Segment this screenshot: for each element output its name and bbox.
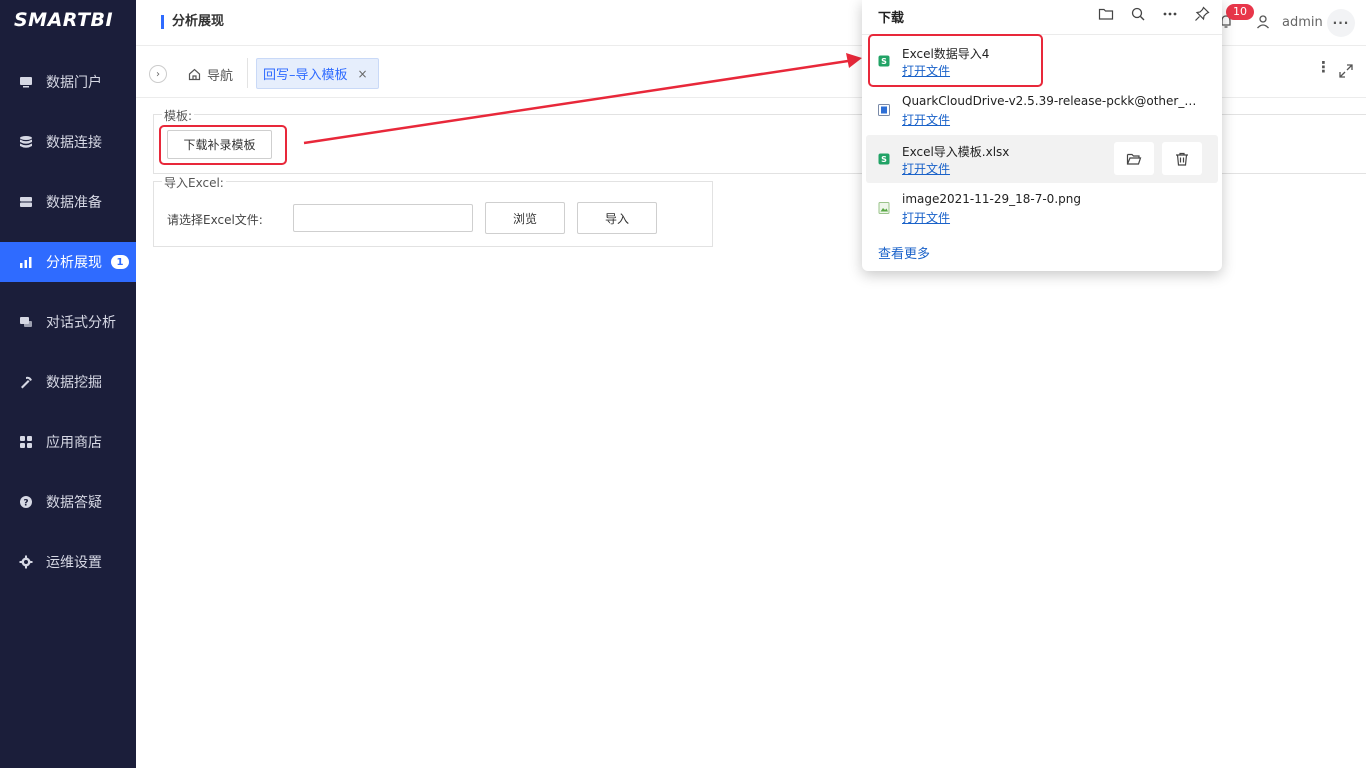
more-horizontal-icon[interactable] xyxy=(1162,6,1178,22)
import-legend: 导入Excel: xyxy=(162,174,226,191)
svg-text:S: S xyxy=(881,155,887,164)
download-item[interactable]: image2021-11-29_18-7-0.png 打开文件 xyxy=(866,184,1218,232)
sidebar-item-data-prep[interactable]: 数据准备 xyxy=(0,182,136,222)
gear-icon xyxy=(19,555,33,569)
folder-icon[interactable] xyxy=(1098,6,1114,22)
nav-badge: 1 xyxy=(111,255,129,269)
open-file-link[interactable]: 打开文件 xyxy=(902,209,950,226)
download-item[interactable]: QuarkCloudDrive-v2.5.39-release-pckk@oth… xyxy=(866,86,1218,134)
installer-file-icon xyxy=(878,104,890,116)
fullscreen-icon[interactable] xyxy=(1339,64,1353,78)
sidebar-item-label: 数据准备 xyxy=(46,195,102,211)
database-icon xyxy=(19,135,33,149)
pin-icon[interactable] xyxy=(1194,6,1210,22)
open-file-link[interactable]: 打开文件 xyxy=(902,160,950,177)
smartbi-logo[interactable]: SMARTBI xyxy=(14,9,113,31)
sidebar-item-label: 数据门户 xyxy=(46,75,102,91)
annotation-highlight-box xyxy=(159,125,287,165)
sidebar-item-label: 数据挖掘 xyxy=(46,375,102,391)
tab-more-button[interactable]: ⋮ xyxy=(1316,60,1331,82)
tab-home[interactable]: 导航 xyxy=(188,65,233,84)
open-file-link[interactable]: 打开文件 xyxy=(902,111,950,128)
sidebar-item-data-connection[interactable]: 数据连接 xyxy=(0,122,136,162)
pickaxe-icon xyxy=(19,375,33,389)
downloads-toolbar xyxy=(1098,6,1210,22)
trash-icon xyxy=(1176,152,1188,166)
browse-button[interactable]: 浏览 xyxy=(485,202,565,234)
sidebar-item-analysis[interactable]: 分析展现 1 xyxy=(0,242,136,282)
download-item[interactable]: S Excel导入模板.xlsx 打开文件 xyxy=(866,135,1218,183)
sidebar-collapse-button[interactable]: › xyxy=(149,65,167,83)
sidebar-item-label: 数据连接 xyxy=(46,135,102,151)
annotation-highlight-box-download xyxy=(868,34,1043,87)
file-path-input[interactable] xyxy=(293,204,473,232)
question-icon: ? xyxy=(19,495,33,509)
sidebar-item-app-store[interactable]: 应用商店 xyxy=(0,422,136,462)
home-icon xyxy=(188,68,201,81)
template-legend: 模板: xyxy=(162,107,195,124)
tab-import-template[interactable]: 回写–导入模板 × xyxy=(256,58,379,89)
sidebar-item-label: 应用商店 xyxy=(46,435,102,451)
see-more-link[interactable]: 查看更多 xyxy=(878,243,930,262)
sidebar-item-qa[interactable]: ? 数据答疑 xyxy=(0,482,136,522)
tab-label: 回写–导入模板 xyxy=(263,68,348,83)
sidebar-item-data-portal[interactable]: 数据门户 xyxy=(0,62,136,102)
downloads-title: 下载 xyxy=(878,11,905,26)
chat-icon xyxy=(19,315,33,329)
server-icon xyxy=(19,195,33,209)
tab-home-label: 导航 xyxy=(207,69,234,84)
delete-download-button[interactable] xyxy=(1162,142,1202,175)
sidebar-item-ops-settings[interactable]: 运维设置 xyxy=(0,542,136,582)
excel-file-icon: S xyxy=(878,153,890,165)
show-in-folder-button[interactable] xyxy=(1114,142,1154,175)
sidebar-item-label: 分析展现 xyxy=(46,255,102,271)
sidebar-item-label: 对话式分析 xyxy=(46,315,116,331)
sidebar: SMARTBI 数据门户 数据连接 数据准备 分析展现 1 对话式分析 数据挖掘… xyxy=(0,0,136,768)
notification-badge: 10 xyxy=(1226,4,1254,20)
download-file-name: Excel导入模板.xlsx xyxy=(902,145,1010,159)
sidebar-item-label: 数据答疑 xyxy=(46,495,102,511)
sidebar-item-conversational[interactable]: 对话式分析 xyxy=(0,302,136,342)
folder-open-icon xyxy=(1126,153,1142,165)
close-tab-icon[interactable]: × xyxy=(358,67,368,81)
username[interactable]: admin xyxy=(1282,15,1323,30)
bar-chart-icon xyxy=(19,255,33,269)
svg-text:?: ? xyxy=(23,499,28,509)
download-file-name: image2021-11-29_18-7-0.png xyxy=(902,192,1081,206)
file-field-label: 请选择Excel文件: xyxy=(167,213,263,227)
download-file-name: QuarkCloudDrive-v2.5.39-release-pckk@oth… xyxy=(902,94,1202,108)
import-button[interactable]: 导入 xyxy=(577,202,657,234)
grid-icon xyxy=(19,435,33,449)
header-more-button[interactable]: ··· xyxy=(1327,9,1355,37)
user-icon[interactable] xyxy=(1255,14,1271,30)
sidebar-item-data-mining[interactable]: 数据挖掘 xyxy=(0,362,136,402)
sidebar-item-label: 运维设置 xyxy=(46,555,102,571)
tab-divider xyxy=(247,58,248,88)
page-title: 分析展现 xyxy=(161,15,224,29)
monitor-icon xyxy=(19,75,33,89)
image-file-icon xyxy=(878,202,890,214)
search-icon[interactable] xyxy=(1130,6,1146,22)
